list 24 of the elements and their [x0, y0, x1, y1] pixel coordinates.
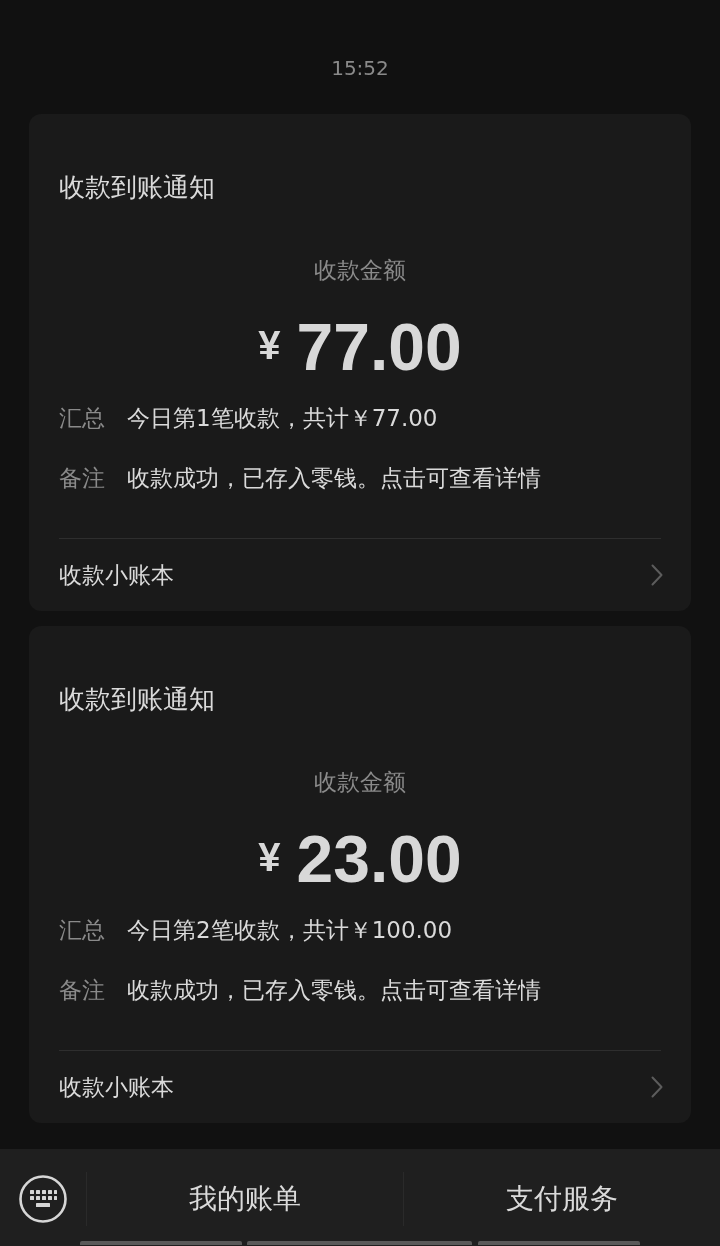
menu-item[interactable]: 支付服务	[496, 1175, 628, 1223]
amount-value: 23.00	[296, 821, 462, 897]
currency-symbol: ¥	[258, 323, 281, 367]
currency-symbol: ¥	[258, 835, 281, 879]
card-title: 收款到账通知	[59, 683, 215, 716]
ledger-link[interactable]: 收款小账本	[59, 539, 661, 611]
detail-value: 收款成功，已存入零钱。点击可查看详情	[127, 976, 541, 1005]
detail-value: 收款成功，已存入零钱。点击可查看详情	[127, 464, 541, 493]
card-title: 收款到账通知	[59, 171, 215, 204]
menu-item[interactable]: 我的账单	[179, 1175, 311, 1223]
detail-value: 今日第1笔收款，共计￥77.00	[127, 404, 438, 433]
message-time: 15:52	[331, 56, 389, 80]
detail-value: 今日第2笔收款，共计￥100.00	[127, 916, 453, 945]
amount-label: 收款金额	[314, 256, 406, 285]
chevron-icon	[651, 1076, 663, 1098]
ledger-link[interactable]: 收款小账本	[59, 1051, 661, 1123]
detail-label: 汇总	[59, 916, 105, 945]
amount-value: 77.00	[296, 309, 462, 385]
detail-label: 备注	[59, 464, 105, 493]
keyboard-icon[interactable]	[19, 1175, 67, 1223]
detail-label: 备注	[59, 976, 105, 1005]
amount-label: 收款金额	[314, 768, 406, 797]
chevron-icon	[651, 564, 663, 586]
detail-label: 汇总	[59, 404, 105, 433]
